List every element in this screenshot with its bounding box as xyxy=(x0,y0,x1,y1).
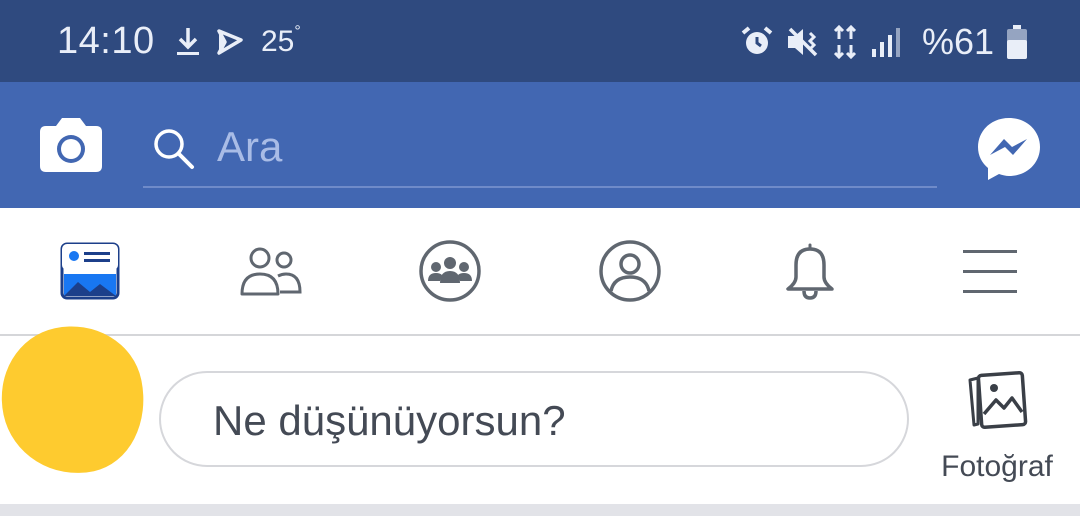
tab-friends[interactable] xyxy=(210,208,330,334)
tab-groups[interactable] xyxy=(390,208,510,334)
status-temperature: 25° xyxy=(261,23,301,59)
tab-news-feed[interactable] xyxy=(30,208,150,334)
bell-icon xyxy=(786,243,834,300)
status-prompt-field[interactable]: Ne düşünüyorsun? xyxy=(159,371,909,467)
status-time: 14:10 xyxy=(57,20,155,62)
status-prompt-text: Ne düşünüyorsun? xyxy=(213,397,566,444)
status-bar: 14:10 25° %61 xyxy=(0,0,1080,82)
navigation-icon xyxy=(217,29,243,55)
search-icon xyxy=(154,129,194,169)
app-bar xyxy=(0,82,1080,208)
camera-icon[interactable] xyxy=(38,114,104,174)
news-feed-icon xyxy=(60,242,120,300)
menu-icon xyxy=(963,250,1017,293)
tab-menu[interactable] xyxy=(930,208,1050,334)
battery-percentage: %61 xyxy=(921,21,994,62)
battery-icon xyxy=(1007,25,1027,59)
status-left-icons: 25° xyxy=(175,22,301,62)
download-icon xyxy=(177,28,199,55)
photo-label: Fotoğraf xyxy=(941,450,1053,483)
tab-notifications[interactable] xyxy=(750,208,870,334)
groups-icon xyxy=(419,240,481,302)
photo-button[interactable]: Fotoğraf xyxy=(930,366,1070,492)
temperature-unit: ° xyxy=(294,23,301,40)
tab-bar xyxy=(0,208,1080,336)
profile-icon xyxy=(599,240,661,302)
tab-profile[interactable] xyxy=(570,208,690,334)
status-right-icons: %61 xyxy=(740,20,1028,64)
vibrate-icon xyxy=(787,27,818,57)
search-bar[interactable] xyxy=(143,104,937,188)
section-divider xyxy=(0,504,1080,516)
data-transfer-icon xyxy=(833,25,856,59)
photo-icon xyxy=(968,370,1028,430)
search-input[interactable] xyxy=(215,116,919,178)
alarm-icon xyxy=(741,26,773,54)
friends-icon xyxy=(240,247,302,296)
temperature-value: 25 xyxy=(261,25,295,58)
messenger-icon[interactable] xyxy=(976,116,1042,182)
signal-icon xyxy=(871,28,900,57)
